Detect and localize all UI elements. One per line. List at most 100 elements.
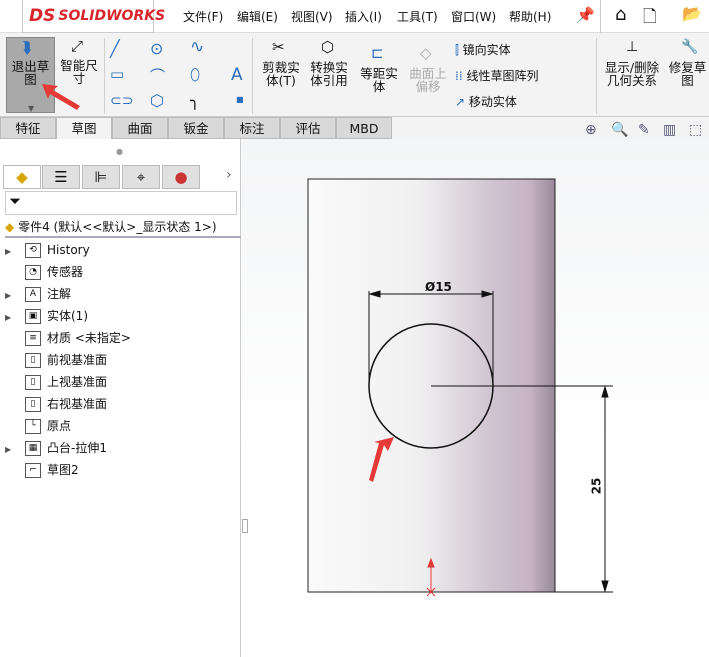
pattern-icon: ⁞⁞ [455,69,463,83]
filter-icon: ⏷ [9,192,22,210]
tree-root-part[interactable]: ◆ 零件4 (默认<<默认>_显示状态 1>) [5,216,241,238]
convert-entities-button[interactable]: ⬡ 转换实体引用 [306,38,352,88]
expand-arrow-icon[interactable]: ▶ [5,439,25,461]
menu-file[interactable]: 文件(F) [183,8,223,25]
tab-mbd[interactable]: MBD [336,117,392,139]
tree-item[interactable]: ▯ 右视基准面 [5,393,235,415]
pin-icon[interactable]: 📌 [576,6,595,24]
tab-annotation[interactable]: 标注 [224,117,280,139]
tab-surfaces[interactable]: 曲面 [112,117,168,139]
command-manager: ⮯ 退出草图 ▼ ⤢ 智能尺寸 ╱ ⊙ ∿ ▭ ⌒ ⬯ A ⊂⊃ ⬡ ╮ ■ ✂… [0,33,709,117]
arc-icon[interactable]: ⌒ [150,65,165,86]
dimxpert-tab[interactable]: ⌖ [122,165,160,189]
feature-tree: ▶ ⟲ History ◔ 传感器 ▶ A 注解 ▶ ▣ 实体(1) ≡ 材质 <未指定> ▯ 前视基准面 ▯… [5,239,235,481]
tree-item[interactable]: ▯ 上视基准面 [5,371,235,393]
tree-item[interactable]: ≡ 材质 <未指定> [5,327,235,349]
divider [600,0,601,33]
configuration-icon: ⊫ [94,168,108,186]
tree-item[interactable]: ▶ ⟲ History [5,239,235,261]
previous-view-icon[interactable]: ✎ [638,122,650,138]
expand-arrow-icon[interactable]: ▶ [5,307,25,329]
property-manager-tab[interactable]: ☰ [42,165,80,189]
height-label[interactable]: 25 [589,478,603,495]
zoom-area-icon[interactable]: 🔍 [611,122,628,138]
plane-icon: ▯ [25,375,41,390]
section-view-icon[interactable]: ▥ [663,122,676,138]
offset-on-surface-button[interactable]: ◇ 曲面上偏移 [405,44,451,94]
polygon-icon[interactable]: ⬡ [150,91,164,110]
origin-icon: └ [25,419,41,434]
fillet-icon[interactable]: ╮ [190,91,200,110]
zoom-to-fit-icon[interactable]: ⊕ [585,122,597,138]
mirror-entities-button[interactable]: ⫿ 镜向实体 [455,41,511,58]
display-relations-button[interactable]: ⊥ 显示/删除几何关系 [601,39,663,87]
tree-item[interactable]: └ 原点 [5,415,235,437]
panel-splitter-handle[interactable]: ● [116,147,123,156]
expand-arrow-icon[interactable]: ▶ [5,241,25,263]
point-icon[interactable]: ■ [236,95,244,104]
annotation-folder-icon: A [25,287,41,302]
linear-pattern-button[interactable]: ⁞⁞ 线性草图阵列 [455,67,538,84]
offset-icon: ⊏ [371,44,384,62]
tree-item[interactable]: ⌐ 草图2 [5,459,235,481]
trim-icon: ✂ [272,38,285,56]
tree-item-label: History [47,243,90,257]
tree-item[interactable]: ▶ ▦ 凸台-拉伸1 [5,437,235,459]
tree-item-label: 注解 [47,287,72,301]
text-icon[interactable]: A [231,65,243,85]
move-entities-button[interactable]: ↗ 移动实体 [455,93,517,110]
tree-item[interactable]: ▯ 前视基准面 [5,349,235,371]
graphics-area[interactable]: Ø15 25 [242,139,709,657]
tree-item-label: 实体(1) [47,309,88,323]
tree-item[interactable]: ▶ A 注解 [5,283,235,305]
line-icon[interactable]: ╱ [110,39,120,58]
display-manager-tab[interactable]: ● [162,165,200,189]
tab-sketch[interactable]: 草图 [56,117,112,139]
sensor-folder-icon: ◔ [25,265,41,280]
new-document-icon[interactable]: 🗋 [643,4,657,33]
ellipse-icon[interactable]: ⬯ [190,65,200,85]
crosshair-icon: ⌖ [136,168,146,186]
offset-surface-icon: ◇ [420,44,432,62]
home-icon[interactable]: ⌂ [615,4,626,25]
tab-features[interactable]: 特征 [0,117,56,139]
tree-item-label: 草图2 [47,463,79,477]
menu-tools[interactable]: 工具(T) [397,8,438,25]
tree-item[interactable]: ▶ ▣ 实体(1) [5,305,235,327]
slot-icon[interactable]: ⊂⊃ [110,93,133,109]
spline-icon[interactable]: ∿ [190,37,204,57]
menu-edit[interactable]: 编辑(E) [237,8,278,25]
convert-icon: ⬡ [321,38,335,56]
diameter-label[interactable]: Ø15 [425,280,452,294]
plane-icon: ▯ [25,353,41,368]
feature-manager-tab[interactable]: ◆ [3,165,41,189]
rectangle-icon[interactable]: ▭ [110,65,124,83]
menu-window[interactable]: 窗口(W) [451,8,496,25]
view-orientation-icon[interactable]: ⬚ [689,122,702,138]
trim-entities-button[interactable]: ✂ 剪裁实体(T) [258,38,304,88]
solid-bodies-folder-icon: ▣ [25,309,41,324]
tree-item-label: 传感器 [47,265,84,279]
chevron-right-icon[interactable]: › [226,167,232,183]
appearance-icon: ● [174,168,188,186]
offset-entities-button[interactable]: ⊏ 等距实体 [356,44,402,94]
title-bar: DS SOLIDWORKS 文件(F) 编辑(E) 视图(V) 插入(I) 工具(… [0,0,709,33]
menu-view[interactable]: 视图(V) [291,8,333,25]
relations-icon: ⊥ [626,39,639,55]
repair-sketch-button[interactable]: 🔧 修复草图 [666,39,709,87]
tree-filter-input[interactable]: ⏷ [5,191,237,215]
repair-icon: 🔧 [681,39,699,55]
menu-insert[interactable]: 插入(I) [345,8,382,25]
tab-sheet-metal[interactable]: 钣金 [168,117,224,139]
configuration-manager-tab[interactable]: ⊫ [82,165,120,189]
tree-item[interactable]: ◔ 传感器 [5,261,235,283]
tree-item-label: 材质 <未指定> [47,331,131,345]
circle-icon[interactable]: ⊙ [150,39,163,58]
open-document-icon[interactable]: 📂 [682,4,702,23]
menu-help[interactable]: 帮助(H) [509,8,551,25]
history-folder-icon: ⟲ [25,243,41,258]
expand-arrow-icon[interactable]: ▶ [5,285,25,307]
tree-item-label: 凸台-拉伸1 [47,441,107,455]
tab-evaluate[interactable]: 评估 [280,117,336,139]
sketch-icon: ⌐ [25,463,41,478]
